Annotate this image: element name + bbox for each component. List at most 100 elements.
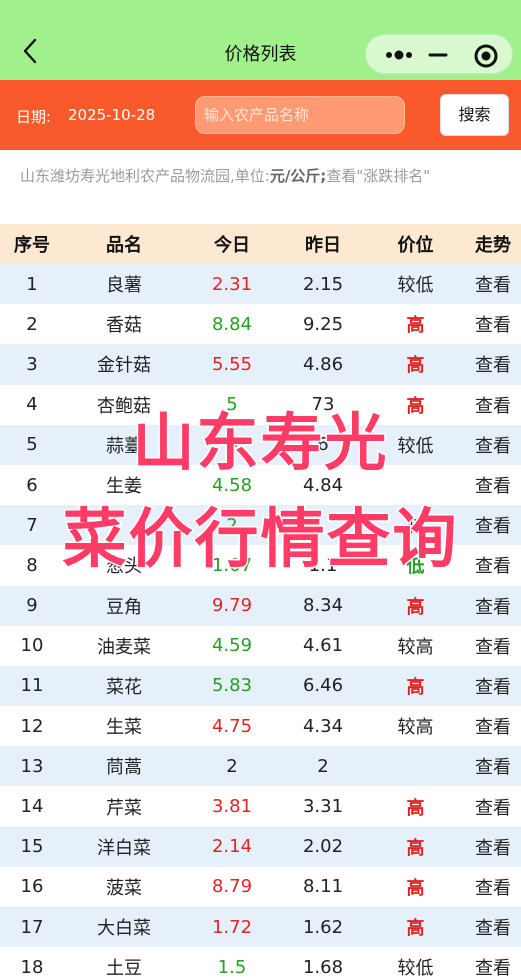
price-level: 高 (366, 786, 465, 827)
table-header: 序号 品名 今日 昨日 价位 走势 (0, 224, 521, 264)
row-no: 15 (0, 826, 64, 867)
price-yesterday: 1.68 (280, 947, 366, 979)
trend-link[interactable]: 查看 (465, 344, 521, 385)
price-today: 4.59 (184, 625, 280, 666)
table-row: 11 菜花 5.83 6.46 高查看 (0, 665, 521, 707)
price-yesterday: 4.86 (280, 344, 366, 385)
price-today: 8.84 (184, 304, 280, 345)
price-yesterday: 1.62 (280, 907, 366, 948)
col-header-name: 品名 (64, 224, 184, 264)
product-name: 芹菜 (64, 786, 184, 827)
price-yesterday: 3.31 (280, 786, 366, 827)
price-level: 高 (366, 344, 465, 385)
notice-unit: 元/公斤; (269, 167, 327, 185)
trend-link[interactable]: 查看 (465, 665, 521, 707)
overlay-title-line2: 菜价行情查询 (61, 502, 459, 579)
trend-link[interactable]: 查看 (465, 947, 521, 979)
price-yesterday: 4.61 (280, 625, 366, 666)
trend-link[interactable]: 查看 (465, 826, 521, 867)
product-name: 菜花 (64, 665, 184, 707)
product-name: 金针菇 (64, 344, 184, 385)
price-today: 1.72 (184, 907, 280, 948)
price-level: 高 (366, 665, 465, 707)
product-name: 土豆 (64, 947, 184, 979)
row-no: 9 (0, 585, 64, 626)
row-no: 11 (0, 665, 64, 707)
price-yesterday: 6.46 (280, 665, 366, 707)
price-today: 5.83 (184, 665, 280, 707)
table-row: 15 洋白菜 2.14 2.02 高查看 (0, 826, 521, 867)
table-row: 13 茼蒿 2 2 查看 (0, 746, 521, 787)
row-no: 17 (0, 907, 64, 948)
product-name: 洋白菜 (64, 826, 184, 867)
product-name: 菠菜 (64, 866, 184, 907)
price-yesterday: 2 (280, 746, 366, 787)
date-value[interactable]: 2025-10-28 (68, 106, 155, 124)
trend-link[interactable]: 查看 (465, 746, 521, 787)
filter-bar: 日期: 2025-10-28 搜索 (0, 80, 521, 150)
price-yesterday: 2.02 (280, 826, 366, 867)
price-level (366, 746, 465, 787)
table-row: 3 金针菇 5.55 4.86 高查看 (0, 344, 521, 385)
trend-link[interactable]: 查看 (465, 625, 521, 666)
table-row: 9 豆角 9.79 8.34 高查看 (0, 585, 521, 626)
trend-link[interactable]: 查看 (465, 907, 521, 948)
price-yesterday: 8.11 (280, 866, 366, 907)
price-yesterday: 9.25 (280, 304, 366, 345)
row-no: 10 (0, 625, 64, 666)
price-yesterday: 8.34 (280, 585, 366, 626)
product-name: 茼蒿 (64, 746, 184, 787)
col-header-yesterday: 昨日 (280, 224, 366, 264)
row-no: 18 (0, 947, 64, 979)
col-header-no: 序号 (0, 224, 64, 264)
table-row: 14 芹菜 3.81 3.31 高查看 (0, 786, 521, 827)
row-no: 14 (0, 786, 64, 827)
price-yesterday: 4.34 (280, 706, 366, 747)
mini-program-capsule (365, 34, 513, 74)
price-today: 9.79 (184, 585, 280, 626)
rank-link[interactable]: 查看"涨跌排名" (326, 167, 430, 185)
search-button[interactable]: 搜索 (440, 94, 509, 136)
product-name: 生菜 (64, 706, 184, 747)
col-header-level: 价位 (366, 224, 465, 264)
table-row: 16 菠菜 8.79 8.11 高查看 (0, 866, 521, 907)
price-level: 高 (366, 585, 465, 626)
navigation-bar: 价格列表 (0, 0, 521, 80)
product-name: 豆角 (64, 585, 184, 626)
price-today: 2 (184, 746, 280, 787)
col-header-today: 今日 (184, 224, 280, 264)
product-name: 香菇 (64, 304, 184, 345)
trend-link[interactable]: 查看 (465, 264, 521, 305)
price-today: 3.81 (184, 786, 280, 827)
table-row: 1 良薯 2.31 2.15 较低 查看 (0, 264, 521, 305)
more-dots-icon[interactable] (380, 45, 426, 65)
trend-link[interactable]: 查看 (465, 866, 521, 907)
price-today: 5.55 (184, 344, 280, 385)
row-no: 12 (0, 706, 64, 747)
product-name: 良薯 (64, 264, 184, 305)
trend-link[interactable]: 查看 (465, 786, 521, 827)
trend-link[interactable]: 查看 (465, 706, 521, 747)
trend-link[interactable]: 查看 (465, 304, 521, 345)
price-level: 较低 (366, 947, 465, 979)
row-no: 13 (0, 746, 64, 787)
row-no: 1 (0, 264, 64, 305)
minimize-icon[interactable] (426, 43, 450, 67)
price-table: 序号 品名 今日 昨日 价位 走势 1 良薯 2.31 2.15 较低 查看 2 香菇 8.84… (0, 224, 521, 979)
table-row: 10 油麦菜 4.59 4.61 较高 查看 (0, 625, 521, 666)
product-name: 油麦菜 (64, 625, 184, 666)
row-no: 16 (0, 866, 64, 907)
search-input[interactable] (196, 97, 404, 133)
market-notice: 山东潍坊寿光地利农产品物流园,单位:元/公斤;查看"涨跌排名" (0, 150, 521, 224)
price-today: 2.31 (184, 264, 280, 305)
row-no: 3 (0, 344, 64, 385)
table-row: 18 土豆 1.5 1.68 较低 查看 (0, 947, 521, 979)
trend-link[interactable]: 查看 (465, 585, 521, 626)
price-level: 较低 (366, 264, 465, 305)
row-no: 2 (0, 304, 64, 345)
price-level: 高 (366, 826, 465, 867)
price-today: 4.75 (184, 706, 280, 747)
target-close-icon[interactable] (473, 43, 499, 69)
date-label: 日期: (16, 108, 52, 126)
price-level: 较高 (366, 706, 465, 747)
